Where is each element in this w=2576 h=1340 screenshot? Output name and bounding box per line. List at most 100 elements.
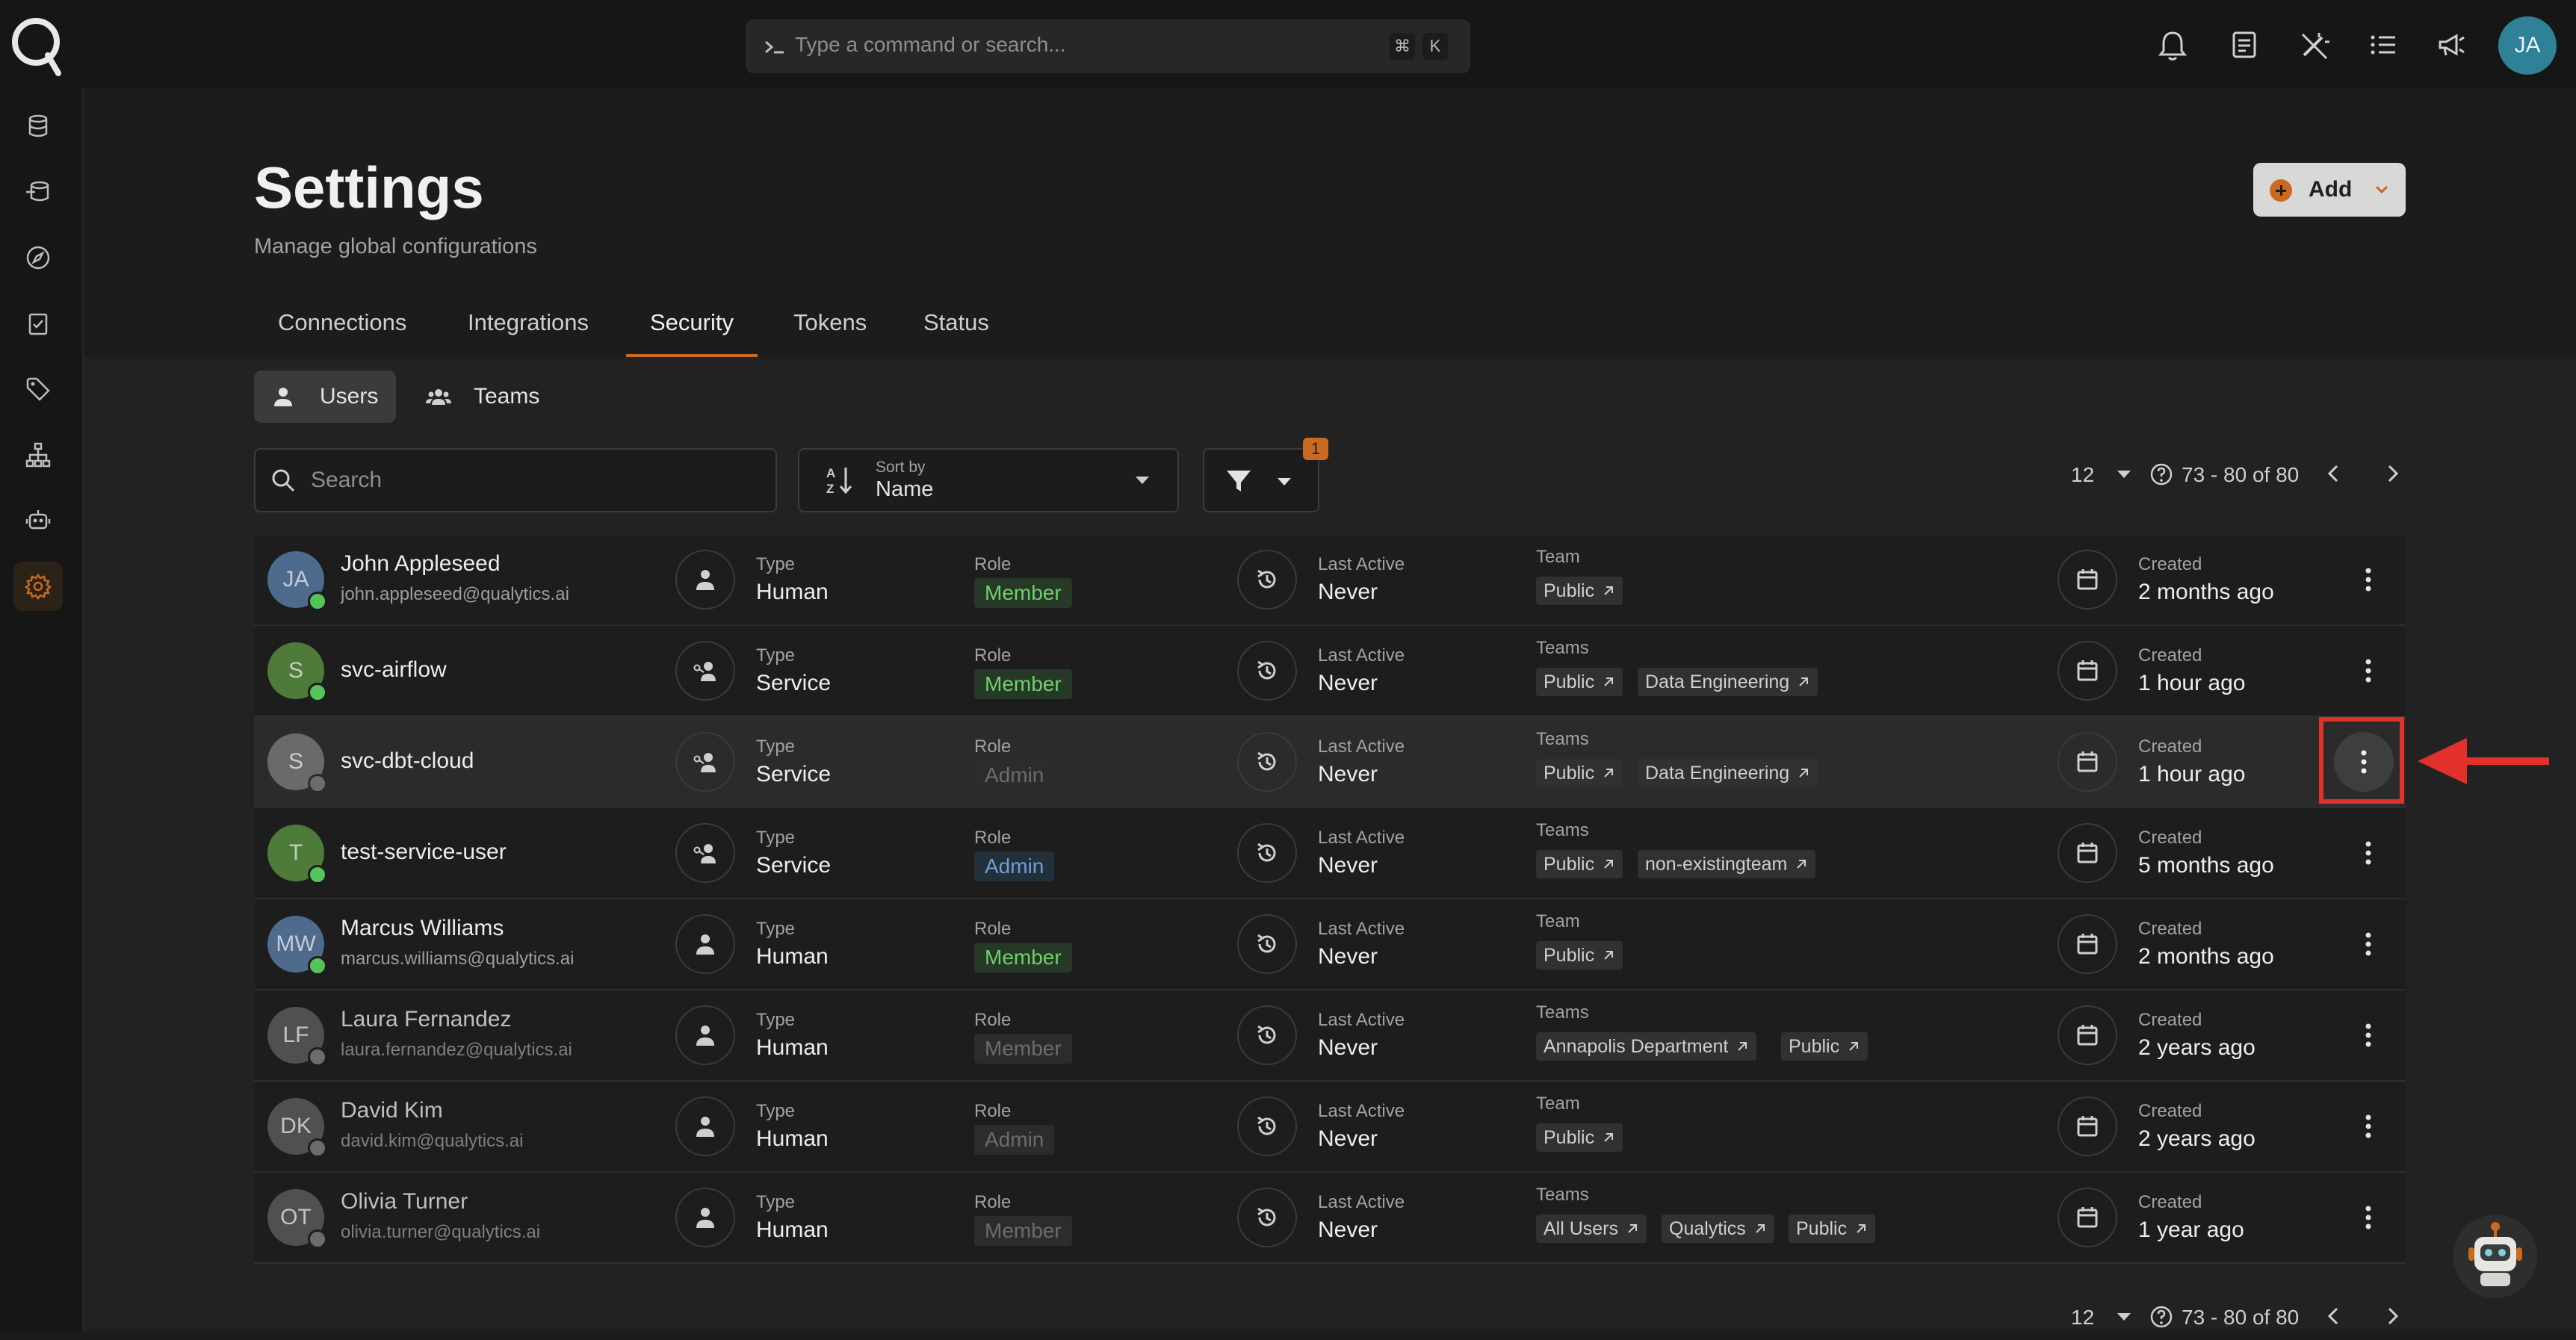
chevron-right-icon[interactable] bbox=[2380, 1304, 2404, 1328]
gear-icon[interactable] bbox=[13, 562, 63, 611]
megaphone-icon[interactable] bbox=[2430, 22, 2474, 67]
row-menu-button[interactable] bbox=[2346, 1195, 2391, 1240]
team-link[interactable]: Public bbox=[1536, 759, 1623, 787]
team-link[interactable]: All Users bbox=[1536, 1215, 1647, 1243]
chevron-left-icon[interactable] bbox=[2322, 462, 2346, 486]
user-name[interactable]: svc-airflow bbox=[341, 657, 447, 683]
row-menu-button[interactable] bbox=[2346, 1104, 2391, 1149]
pagination-top: 12 73 - 80 of 80 bbox=[2071, 453, 2415, 497]
chevron-right-icon[interactable] bbox=[2380, 462, 2404, 486]
segment-teams[interactable]: Teams bbox=[409, 370, 551, 423]
search-field[interactable] bbox=[254, 448, 777, 512]
database-icon[interactable] bbox=[13, 102, 63, 151]
last-active-label: Last Active bbox=[1318, 828, 1405, 848]
document-icon[interactable] bbox=[2222, 22, 2267, 67]
role-label: Role bbox=[974, 919, 1012, 939]
table-row[interactable]: MW Marcus Williams marcus.williams@qualy… bbox=[254, 899, 2406, 990]
team-link[interactable]: Annapolis Department bbox=[1536, 1032, 1757, 1061]
last-active-value: Never bbox=[1318, 671, 1378, 695]
list-icon[interactable] bbox=[2361, 22, 2406, 67]
tab-security[interactable]: Security bbox=[650, 309, 734, 357]
user-name[interactable]: test-service-user bbox=[341, 840, 507, 865]
table-row[interactable]: S svc-dbt-cloud Type Service Role Admin … bbox=[254, 717, 2406, 808]
status-indicator bbox=[308, 774, 327, 793]
user-name[interactable]: John Appleseed bbox=[341, 551, 501, 577]
app-logo[interactable] bbox=[9, 9, 63, 79]
human-type-icon bbox=[675, 1096, 735, 1156]
user-name[interactable]: David Kim bbox=[341, 1098, 443, 1123]
status-indicator bbox=[308, 865, 327, 884]
service-key-icon bbox=[675, 641, 735, 701]
table-row[interactable]: JA John Appleseed john.appleseed@qualyti… bbox=[254, 535, 2406, 626]
external-link-icon bbox=[1604, 1133, 1614, 1142]
row-menu-button[interactable] bbox=[2346, 831, 2391, 875]
help-icon[interactable] bbox=[2149, 462, 2174, 487]
row-menu-button[interactable] bbox=[2346, 1013, 2391, 1058]
add-button[interactable]: Add bbox=[2253, 163, 2406, 217]
external-link-icon bbox=[1604, 677, 1614, 686]
help-icon[interactable] bbox=[2149, 1304, 2174, 1330]
team-label: Teams bbox=[1536, 729, 1589, 749]
assistant-bot-button[interactable] bbox=[2453, 1215, 2537, 1298]
team-link[interactable]: Public bbox=[1781, 1032, 1868, 1061]
type-value: Service bbox=[756, 853, 832, 878]
robot-icon[interactable] bbox=[13, 496, 63, 545]
table-row[interactable]: DK David Kim david.kim@qualytics.ai Type… bbox=[254, 1082, 2406, 1173]
segment-users[interactable]: Users bbox=[254, 370, 396, 423]
chevron-left-icon[interactable] bbox=[2322, 1304, 2346, 1328]
team-link[interactable]: Qualytics bbox=[1662, 1215, 1774, 1243]
table-row[interactable]: LF Laura Fernandez laura.fernandez@qualy… bbox=[254, 990, 2406, 1082]
hierarchy-icon[interactable] bbox=[13, 430, 63, 480]
team-name: Qualytics bbox=[1669, 1218, 1746, 1239]
tab-connections[interactable]: Connections bbox=[278, 309, 406, 357]
more-vertical-icon bbox=[2365, 1114, 2371, 1138]
bell-icon[interactable] bbox=[2150, 22, 2195, 67]
compass-icon[interactable] bbox=[13, 233, 63, 282]
team-link[interactable]: Public bbox=[1536, 668, 1623, 696]
row-menu-button[interactable] bbox=[2346, 648, 2391, 693]
calendar-icon bbox=[2058, 914, 2117, 974]
sort-az-icon: A Z bbox=[826, 466, 852, 496]
table-row[interactable]: T test-service-user Type Service Role Ad… bbox=[254, 808, 2406, 899]
team-link[interactable]: Public bbox=[1536, 941, 1623, 970]
created-value: 5 months ago bbox=[2138, 853, 2274, 878]
team-link[interactable]: Public bbox=[1536, 577, 1623, 605]
tab-integrations[interactable]: Integrations bbox=[468, 309, 589, 357]
user-avatar[interactable]: JA bbox=[2498, 16, 2557, 75]
page-size-select[interactable]: 12 bbox=[2071, 1306, 2094, 1330]
user-name[interactable]: Laura Fernandez bbox=[341, 1007, 512, 1032]
tag-icon[interactable] bbox=[13, 365, 63, 414]
team-link[interactable]: Public bbox=[1536, 850, 1623, 878]
row-menu-button[interactable] bbox=[2346, 922, 2391, 967]
tab-tokens[interactable]: Tokens bbox=[793, 309, 867, 357]
team-link[interactable]: Public bbox=[1789, 1215, 1876, 1243]
team-link[interactable]: Data Engineering bbox=[1638, 759, 1818, 787]
search-icon bbox=[272, 469, 295, 492]
row-menu-button[interactable] bbox=[2346, 557, 2391, 602]
layers-icon[interactable] bbox=[13, 167, 63, 217]
team-label: Team bbox=[1536, 1094, 1580, 1114]
user-name[interactable]: Marcus Williams bbox=[341, 916, 504, 941]
checklist-icon[interactable] bbox=[13, 299, 63, 348]
team-link[interactable]: Data Engineering bbox=[1638, 668, 1818, 696]
last-active-value: Never bbox=[1318, 853, 1378, 878]
team-link[interactable]: Public bbox=[1536, 1123, 1623, 1152]
caret-down-icon[interactable] bbox=[2116, 469, 2132, 480]
role-badge: Admin bbox=[974, 760, 1055, 790]
tab-status[interactable]: Status bbox=[923, 309, 989, 357]
filter-button[interactable] bbox=[1203, 448, 1319, 512]
team-link[interactable]: non-existingteam bbox=[1638, 850, 1816, 878]
user-name[interactable]: Olivia Turner bbox=[341, 1189, 468, 1215]
table-row[interactable]: OT Olivia Turner olivia.turner@qualytics… bbox=[254, 1173, 2406, 1264]
command-search-bar[interactable]: Type a command or search... ⌘ K bbox=[746, 19, 1470, 73]
team-name: Public bbox=[1544, 854, 1595, 875]
sort-select[interactable]: A Z Sort by Name bbox=[798, 448, 1179, 512]
search-input[interactable] bbox=[309, 462, 761, 499]
magic-wand-icon[interactable] bbox=[2292, 22, 2337, 67]
caret-down-icon[interactable] bbox=[2116, 1312, 2132, 1322]
team-name: non-existingteam bbox=[1645, 854, 1788, 875]
user-name[interactable]: svc-dbt-cloud bbox=[341, 748, 474, 774]
last-active-label: Last Active bbox=[1318, 736, 1405, 757]
page-size-select[interactable]: 12 bbox=[2071, 463, 2094, 487]
table-row[interactable]: S svc-airflow Type Service Role Member L… bbox=[254, 626, 2406, 717]
